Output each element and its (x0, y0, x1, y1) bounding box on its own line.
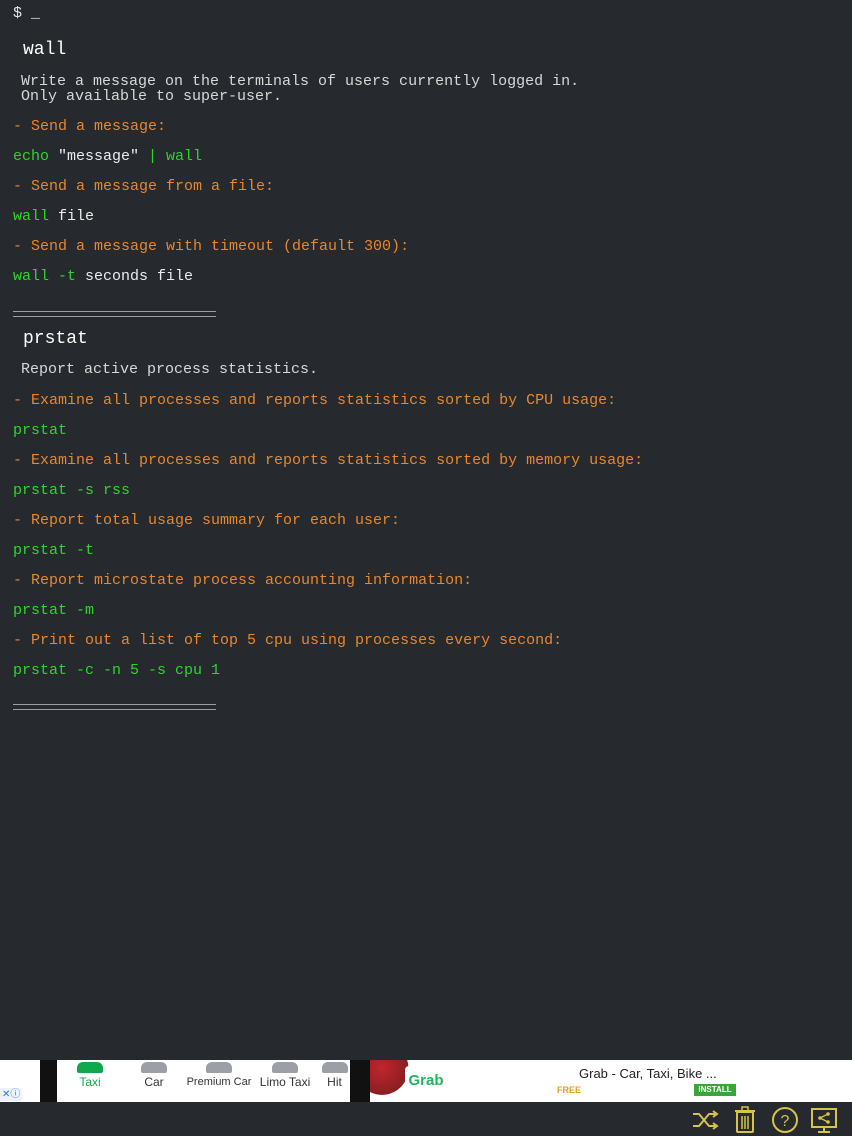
help-icon: ? (772, 1107, 798, 1133)
example-command: echo "message" | wall (13, 148, 202, 166)
command-title: prstat (23, 329, 88, 349)
example-command: prstat -t (13, 542, 95, 559)
ad-tab-hitch[interactable]: Hit (319, 1060, 350, 1102)
shuffle-icon (693, 1110, 719, 1130)
section-divider (13, 311, 216, 317)
example-command: wall -t seconds file (13, 268, 193, 286)
command-description-line: Report active process statistics. (21, 361, 319, 378)
example-label: - Report total usage summary for each us… (13, 512, 401, 529)
example-command: prstat -m (13, 602, 95, 619)
svg-text:?: ? (781, 1113, 790, 1130)
ad-image-accent (370, 1060, 410, 1102)
share-button[interactable] (809, 1105, 839, 1135)
command-argument: "message" (49, 148, 140, 165)
example-label: - Report microstate process accounting i… (13, 572, 473, 589)
trash-icon (735, 1106, 755, 1133)
ad-category-tabs: Taxi Car Premium Car Limo Taxi Hit (57, 1060, 350, 1102)
command-text: echo (13, 148, 50, 165)
ad-tab-label: Hit (327, 1075, 342, 1089)
share-icon (811, 1108, 837, 1133)
car-icon (141, 1062, 167, 1073)
example-command: prstat -c -n 5 -s cpu 1 (13, 662, 221, 679)
help-button[interactable]: ? (770, 1105, 800, 1135)
command-pipe: | wall (139, 148, 203, 165)
grab-logo: Grab (405, 1066, 447, 1096)
command-argument: seconds file (76, 268, 194, 285)
trash-button[interactable] (730, 1105, 760, 1135)
ad-tab-limo-taxi[interactable]: Limo Taxi (252, 1060, 318, 1102)
example-label: - Send a message: (13, 118, 167, 135)
ad-tab-car[interactable]: Car (121, 1060, 187, 1102)
command-text: wall -t (13, 268, 77, 285)
ad-info-badge[interactable]: ✕ⓘ (0, 1088, 23, 1101)
command-description-line: Only available to super-user. (21, 88, 283, 105)
ad-app-title[interactable]: Grab - Car, Taxi, Bike ... (579, 1066, 717, 1081)
command-text: wall (13, 208, 50, 225)
example-label: - Print out a list of top 5 cpu using pr… (13, 632, 563, 649)
section-divider (13, 704, 216, 710)
ad-tab-label: Premium Car (186, 1076, 252, 1088)
ad-tab-premium-car[interactable]: Premium Car (186, 1060, 252, 1102)
ad-price: FREE (557, 1085, 582, 1095)
example-command: prstat -s rss (13, 482, 131, 499)
example-label: - Send a message from a file: (13, 178, 275, 195)
ad-tab-label: Limo Taxi (259, 1075, 311, 1089)
shuffle-button[interactable] (690, 1105, 720, 1135)
command-argument: file (49, 208, 95, 225)
car-icon (206, 1062, 232, 1073)
example-command: prstat (13, 422, 68, 439)
car-icon (321, 1062, 348, 1073)
ad-tab-label: Taxi (79, 1075, 101, 1089)
example-label: - Examine all processes and reports stat… (13, 392, 617, 409)
install-button[interactable]: INSTALL (694, 1084, 736, 1096)
command-title: wall (23, 40, 67, 60)
car-icon (77, 1062, 103, 1073)
terminal-output: $ _ wall Write a message on the terminal… (0, 0, 852, 1060)
car-icon (272, 1062, 298, 1073)
ad-tab-taxi[interactable]: Taxi (57, 1060, 123, 1102)
shell-prompt: $ _ (13, 5, 41, 22)
ad-banner[interactable]: ✕ⓘ Taxi Car Premium Car Limo Taxi Hit Gr… (0, 1060, 852, 1102)
example-command: wall file (13, 208, 94, 226)
example-label: - Send a message with timeout (default 3… (13, 238, 410, 255)
bottom-toolbar: ? (0, 1102, 852, 1136)
example-label: - Examine all processes and reports stat… (13, 452, 644, 469)
ad-tab-label: Car (144, 1075, 164, 1089)
